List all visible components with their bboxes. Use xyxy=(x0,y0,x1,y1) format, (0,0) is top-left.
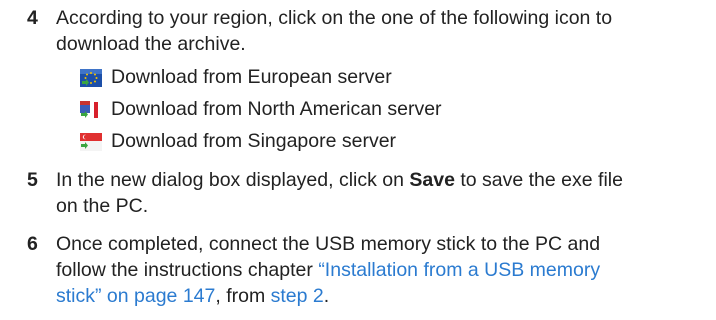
step-6-text-middle: , from xyxy=(215,285,271,307)
save-keyword: Save xyxy=(409,169,455,191)
step-5-text-after: to save the exe file xyxy=(454,169,623,191)
step-text: Once completed, connect the USB memory s… xyxy=(56,231,696,309)
step-6-text-end: . xyxy=(323,285,330,307)
step-text: In the new dialog box displayed, click o… xyxy=(56,167,696,219)
chapter-link-continued[interactable]: stick” on page 147 xyxy=(56,285,215,307)
step-4-line-2: download the archive. xyxy=(56,33,246,55)
european-server-label[interactable]: Download from European server xyxy=(111,64,392,90)
download-european-server[interactable]: Download from European server xyxy=(80,64,392,90)
step-2-link[interactable]: step 2 xyxy=(271,285,324,307)
north-american-server-icon[interactable] xyxy=(80,100,102,118)
step-6-line-2: follow the instructions chapter “Install… xyxy=(56,257,696,283)
chapter-link[interactable]: “Installation from a USB memory xyxy=(318,259,600,281)
step-5-text-before: In the new dialog box displayed, click o… xyxy=(56,169,410,191)
step-6-line-1: Once completed, connect the USB memory s… xyxy=(56,233,601,255)
step-5-line-1: In the new dialog box displayed, click o… xyxy=(56,167,696,193)
step-text: According to your region, click on the o… xyxy=(56,5,696,57)
step-5-line-2: on the PC. xyxy=(56,195,149,217)
step-6-text-before: follow the instructions chapter xyxy=(56,259,319,281)
north-american-server-label[interactable]: Download from North American server xyxy=(111,96,442,122)
step-number: 6 xyxy=(27,233,38,255)
step-6-line-3: stick” on page 147, from step 2. xyxy=(56,283,696,309)
step-number: 5 xyxy=(27,169,38,191)
european-server-icon[interactable] xyxy=(80,68,102,87)
download-north-american-server[interactable]: Download from North American server xyxy=(80,96,442,122)
singapore-server-label[interactable]: Download from Singapore server xyxy=(111,128,396,154)
download-singapore-server[interactable]: Download from Singapore server xyxy=(80,128,396,154)
step-4-line-1: According to your region, click on the o… xyxy=(56,7,613,29)
singapore-server-icon[interactable] xyxy=(80,132,102,151)
step-number: 4 xyxy=(27,7,38,29)
